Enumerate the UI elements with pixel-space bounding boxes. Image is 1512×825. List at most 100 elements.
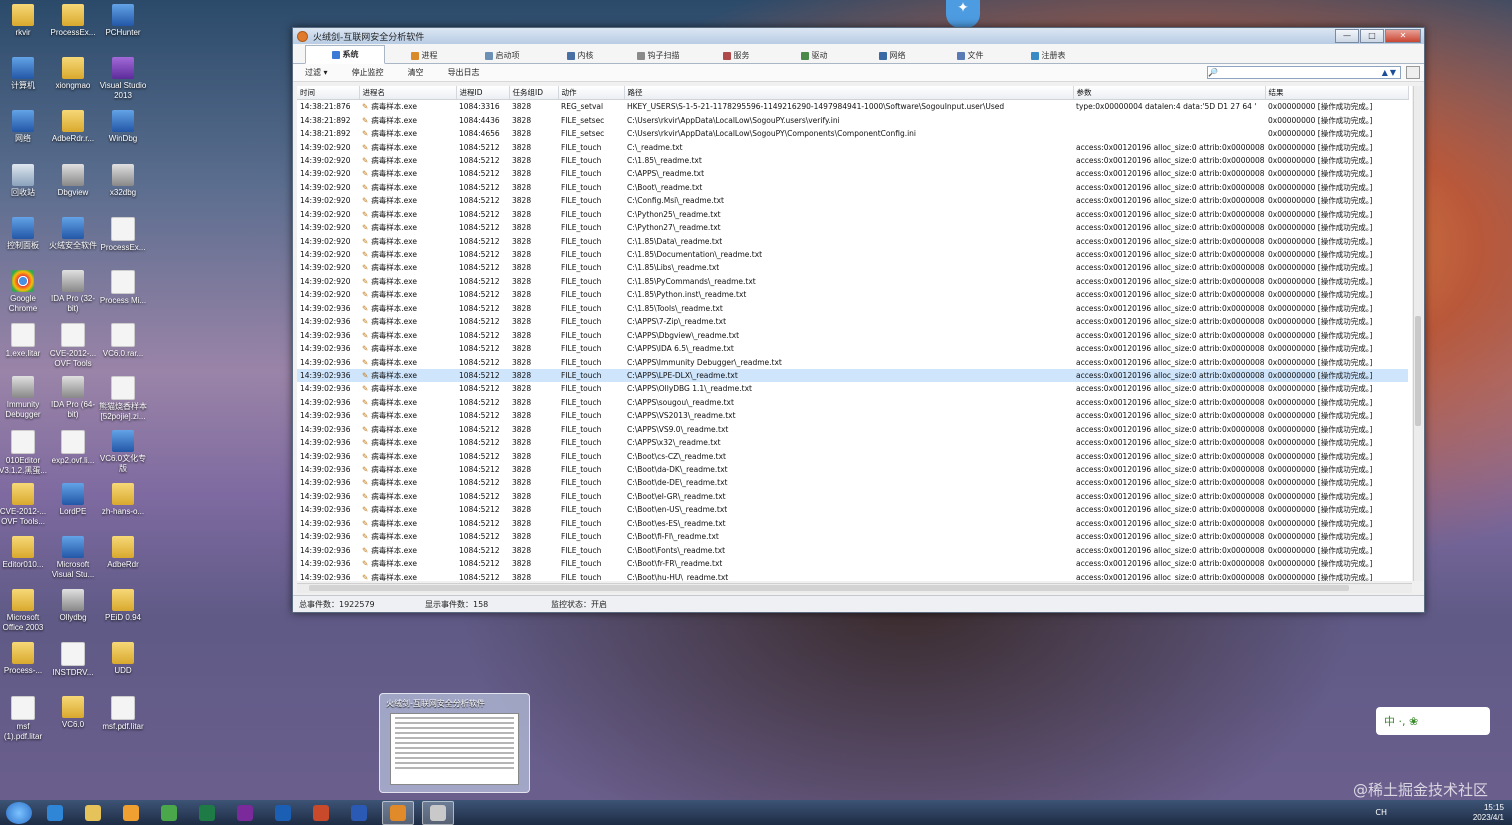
table-row[interactable]: 14:39:02:936 病毒样本.exe1084:5212 3828 FILE_to… — [297, 557, 1408, 570]
column-header[interactable]: 任务组ID — [509, 86, 559, 100]
desktop-icon[interactable]: Process-... — [0, 642, 48, 676]
column-header[interactable]: 结果 — [1265, 86, 1409, 100]
desktop-icon[interactable]: VC6.0 — [48, 695, 98, 730]
table-row[interactable]: 14:39:02:936 病毒样本.exe1084:5212 3828 FILE_to… — [297, 570, 1408, 581]
desktop-icon[interactable]: Visual Studio 2013 — [98, 57, 148, 101]
desktop-icon[interactable]: rkvir — [0, 4, 48, 38]
table-row[interactable]: 14:39:02:936 病毒样本.exe1084:5212 3828 FILE_to… — [297, 517, 1408, 530]
table-row[interactable]: 14:39:02:936 病毒样本.exe1084:5212 3828 FILE_to… — [297, 449, 1408, 462]
column-header[interactable]: 动作 — [558, 86, 625, 100]
table-row[interactable]: 14:39:02:920 病毒样本.exe1084:5212 3828 FILE_to… — [297, 288, 1408, 301]
vertical-scrollbar[interactable] — [1413, 86, 1423, 581]
table-row[interactable]: 14:39:02:936 病毒样本.exe1084:5212 3828 FILE_to… — [297, 315, 1408, 328]
column-header[interactable]: 进程ID — [456, 86, 510, 100]
desktop-icon[interactable]: UDD — [98, 642, 148, 676]
ime-toolbar[interactable]: 中 ·, ❀ — [1376, 707, 1490, 735]
filter-button[interactable]: 过滤 ▾ — [293, 67, 340, 78]
tab-1[interactable]: 进程 — [385, 48, 463, 63]
desktop-icon[interactable]: 010Editor V3.1.2.黑蛋... — [0, 429, 48, 476]
tab-6[interactable]: 驱动 — [775, 48, 853, 63]
minimize-button[interactable]: — — [1335, 29, 1359, 43]
tab-2[interactable]: 启动项 — [463, 48, 541, 63]
input-language-indicator[interactable]: CH — [1375, 808, 1387, 817]
table-row[interactable]: 14:39:02:920 病毒样本.exe1084:5212 3828 FILE_to… — [297, 181, 1408, 194]
start-button[interactable] — [6, 801, 32, 824]
desktop-icon[interactable]: 火绒安全软件 — [48, 216, 98, 251]
table-row[interactable]: 14:39:02:920 病毒样本.exe1084:5212 3828 FILE_to… — [297, 261, 1408, 274]
stop-monitor-button[interactable]: 停止监控 — [340, 67, 396, 78]
desktop-icon[interactable]: LordPE — [48, 482, 98, 517]
column-settings-icon[interactable] — [1406, 66, 1420, 79]
taskbar-app-word[interactable] — [344, 802, 374, 824]
desktop-icon[interactable]: Dbgview — [48, 163, 98, 198]
taskbar-app-excel[interactable] — [192, 802, 222, 824]
tab-4[interactable]: 钩子扫描 — [619, 48, 697, 63]
horizontal-scroll-thumb[interactable] — [309, 585, 1349, 591]
table-row[interactable]: 14:39:02:920 病毒样本.exe1084:5212 3828 FILE_to… — [297, 154, 1408, 167]
table-row[interactable]: 14:39:02:936 病毒样本.exe1084:5212 3828 FILE_to… — [297, 302, 1408, 315]
table-row[interactable]: 14:39:02:936 病毒样本.exe1084:5212 3828 FILE_to… — [297, 328, 1408, 341]
clear-button[interactable]: 清空 — [396, 67, 436, 78]
desktop-icon[interactable]: ProcessEx... — [98, 216, 148, 253]
desktop-icon[interactable]: 回收站 — [0, 163, 48, 198]
desktop-icon[interactable]: PEiD 0.94 — [98, 589, 148, 623]
desktop-icon[interactable]: AdbeRdr.r... — [48, 110, 98, 144]
desktop-icon[interactable]: Ollydbg — [48, 589, 98, 623]
desktop-icon[interactable]: AdbeRdr — [98, 536, 148, 570]
system-clock[interactable]: 15:15 2023/4/1 — [1473, 803, 1504, 823]
taskbar-app-onenote[interactable] — [230, 802, 260, 824]
desktop-icon[interactable]: IDA Pro (64-bit) — [48, 376, 98, 420]
desktop-icon[interactable]: Process Mi... — [98, 270, 148, 306]
taskbar-app-media[interactable] — [116, 802, 146, 824]
table-row[interactable]: 14:39:02:936 病毒样本.exe1084:5212 3828 FILE_to… — [297, 436, 1408, 449]
desktop-icon[interactable]: Editor010... — [0, 536, 48, 570]
table-row[interactable]: 14:39:02:936 病毒样本.exe1084:5212 3828 FILE_to… — [297, 382, 1408, 395]
table-row[interactable]: 14:39:02:936 病毒样本.exe1084:5212 3828 FILE_to… — [297, 503, 1408, 516]
desktop-icon[interactable]: 控制面板 — [0, 216, 48, 251]
table-row[interactable]: 14:39:02:920 病毒样本.exe1084:5212 3828 FILE_to… — [297, 208, 1408, 221]
table-row[interactable]: 14:39:02:936 病毒样本.exe1084:5212 3828 FILE_to… — [297, 530, 1408, 543]
desktop-icon[interactable]: CVE-2012-... OVF Tools... — [0, 482, 48, 527]
desktop-icon[interactable]: msf (1).pdf.litar — [0, 695, 48, 742]
table-row[interactable]: 14:39:02:936 病毒样本.exe1084:5212 3828 FILE_to… — [297, 463, 1408, 476]
search-nav-arrows[interactable]: ▲▼ — [1382, 68, 1400, 77]
table-row[interactable]: 14:39:02:920 病毒样本.exe1084:5212 3828 FILE_to… — [297, 167, 1408, 180]
window-titlebar[interactable]: 火绒剑-互联网安全分析软件 — □ ✕ — [293, 28, 1424, 44]
desktop-icon[interactable]: Google Chrome — [0, 270, 48, 314]
table-row[interactable]: 14:39:02:936 病毒样本.exe1084:5212 3828 FILE_to… — [297, 490, 1408, 503]
close-button[interactable]: ✕ — [1385, 29, 1421, 43]
column-header[interactable]: 参数 — [1073, 86, 1266, 100]
table-row[interactable]: 14:39:02:920 病毒样本.exe1084:5212 3828 FILE_to… — [297, 234, 1408, 247]
desktop-icon[interactable]: msf.pdf.litar — [98, 695, 148, 732]
table-row[interactable]: 14:39:02:936 病毒样本.exe1084:5212 3828 FILE_to… — [297, 342, 1408, 355]
desktop-icon[interactable]: xiongmao — [48, 57, 98, 91]
tab-9[interactable]: 注册表 — [1009, 48, 1087, 63]
desktop-icon[interactable]: INSTDRV... — [48, 642, 98, 678]
table-row[interactable]: 14:39:02:936 病毒样本.exe1084:5212 3828 FILE_to… — [297, 476, 1408, 489]
table-row[interactable]: 14:39:02:920 病毒样本.exe1084:5212 3828 FILE_to… — [297, 194, 1408, 207]
taskbar-app-ie[interactable] — [40, 802, 70, 824]
taskbar-app-explorer[interactable] — [78, 802, 108, 824]
table-row[interactable]: 14:39:02:936 病毒样本.exe1084:5212 3828 FILE_to… — [297, 355, 1408, 368]
desktop-icon[interactable]: VC6.0文化专版 — [98, 429, 148, 474]
tab-8[interactable]: 文件 — [931, 48, 1009, 63]
taskbar-thumbnail-preview[interactable]: 火绒剑-互联网安全分析软件 — [379, 693, 530, 793]
taskbar-app-powerpoint[interactable] — [306, 802, 336, 824]
table-row[interactable]: 14:39:02:920 病毒样本.exe1084:5212 3828 FILE_to… — [297, 248, 1408, 261]
tab-7[interactable]: 网络 — [853, 48, 931, 63]
desktop-icon[interactable]: 熊猫烧香样本 [52pojie].zi... — [98, 376, 148, 422]
vertical-scroll-thumb[interactable] — [1415, 316, 1421, 426]
desktop-icon[interactable]: Microsoft Office 2003 — [0, 589, 48, 633]
table-row[interactable]: 14:39:02:936 病毒样本.exe1084:5212 3828 FILE_to… — [297, 543, 1408, 556]
tab-5[interactable]: 服务 — [697, 48, 775, 63]
desktop-icon[interactable]: Immunity Debugger — [0, 376, 48, 420]
desktop-icon[interactable]: WinDbg — [98, 110, 148, 144]
table-row[interactable]: 14:38:21:876 病毒样本.exe1084:3316 3828 REG_set… — [297, 100, 1408, 114]
column-header[interactable]: 时间 — [297, 86, 360, 100]
taskbar-app-huorong[interactable] — [382, 800, 414, 825]
table-row[interactable]: 14:39:02:920 病毒样本.exe1084:5212 3828 FILE_to… — [297, 275, 1408, 288]
maximize-button[interactable]: □ — [1360, 29, 1384, 43]
desktop-icon[interactable]: zh-hans-o... — [98, 482, 148, 517]
search-input[interactable]: 🔎 ▲▼ — [1207, 66, 1401, 79]
table-row[interactable]: 14:38:21:892 病毒样本.exe1084:4436 3828 FILE_se… — [297, 113, 1408, 126]
